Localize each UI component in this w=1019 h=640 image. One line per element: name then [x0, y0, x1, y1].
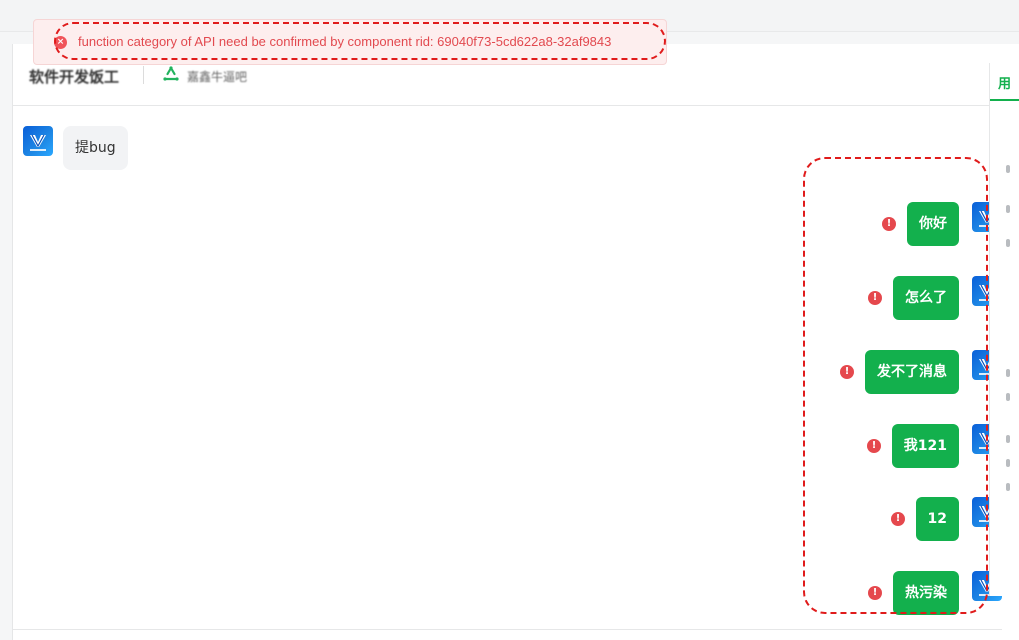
annotation-highlight [54, 22, 666, 60]
outgoing-message-row: 我121! [13, 424, 1002, 468]
avatar[interactable] [23, 126, 53, 156]
exclamation-circle-icon[interactable]: ! [891, 512, 905, 526]
input-divider [13, 629, 1002, 630]
message-list: 提bug 你好! 怎么了! 发不了消息! 我121! 12! 热污染! [13, 107, 1002, 629]
exclamation-circle-icon[interactable]: ! [868, 586, 882, 600]
exclamation-circle-icon[interactable]: ! [882, 217, 896, 231]
chat-title: 软件开发饭工 [29, 68, 120, 86]
outgoing-message-row: 热污染! [13, 571, 1002, 615]
header-divider [143, 66, 144, 84]
outgoing-message[interactable]: 你好 [907, 202, 959, 246]
error-toast: × function category of API need be confi… [33, 19, 667, 65]
recycle-icon [161, 65, 181, 85]
rail-marker [1006, 435, 1010, 443]
chat-panel: 软件开发饭工 嘉鑫牛逼吧 提bug 你好 ! 怎么了 ! 发不了消息 ! 我12… [12, 44, 1019, 640]
active-tab-indicator [990, 99, 1019, 101]
outgoing-message-row: 你好! [13, 202, 1002, 246]
exclamation-circle-icon[interactable]: ! [840, 365, 854, 379]
outgoing-message[interactable]: 发不了消息 [865, 350, 959, 394]
outgoing-message-row: 12! [13, 497, 1002, 541]
rail-marker [1006, 369, 1010, 377]
outgoing-message-row: 发不了消息! [13, 350, 1002, 394]
rail-marker [1006, 239, 1010, 247]
exclamation-circle-icon[interactable]: ! [868, 291, 882, 305]
rail-marker [1006, 483, 1010, 491]
outgoing-message[interactable]: 12 [915, 497, 959, 541]
exclamation-circle-icon[interactable]: ! [867, 439, 881, 453]
outgoing-message[interactable]: 怎么了 [893, 276, 959, 320]
rail-marker [1006, 205, 1010, 213]
rail-marker [1006, 393, 1010, 401]
chat-subtitle: 嘉鑫牛逼吧 [187, 70, 248, 84]
tab-side-panel[interactable]: 用 [998, 73, 1011, 92]
rail-marker [1006, 165, 1010, 173]
rail-marker [1006, 459, 1010, 467]
outgoing-message[interactable]: 我121 [891, 424, 959, 468]
incoming-message[interactable]: 提bug [63, 126, 128, 170]
outgoing-message-row: 怎么了! [13, 276, 1002, 320]
right-side-panel: 用 [989, 63, 1019, 596]
outgoing-message[interactable]: 热污染 [893, 571, 959, 615]
